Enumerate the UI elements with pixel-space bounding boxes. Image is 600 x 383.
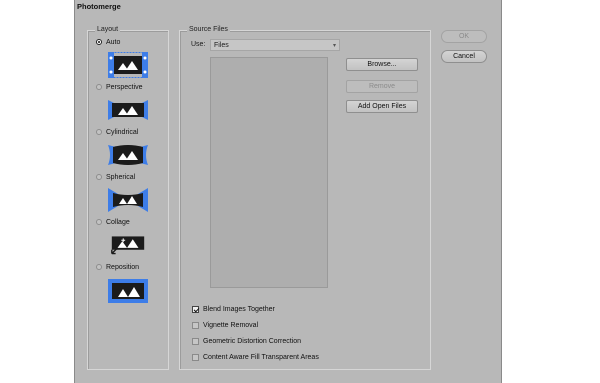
vignette-removal-checkbox[interactable] [192,321,199,329]
source-files-list[interactable] [210,57,328,288]
use-label: Use: [191,41,206,48]
auto-label: Auto [106,38,121,46]
content-aware-fill-checkbox[interactable] [192,353,199,361]
radio-auto[interactable]: Auto [96,37,120,47]
spherical-layout-icon[interactable] [108,187,148,213]
spherical-label: Spherical [106,173,136,181]
collage-radio-button[interactable] [96,219,102,225]
browse-label: Browse... [367,61,397,68]
cylindrical-radio-button[interactable] [96,129,102,135]
chevron-down-icon: ▾ [332,43,336,49]
use-select[interactable]: Files ▾ [210,39,340,51]
vignette-removal-label: Vignette Removal [203,321,259,329]
auto-layout-icon[interactable] [108,52,148,78]
perspective-layout-icon[interactable] [108,97,148,123]
radio-collage[interactable]: Collage [96,217,130,227]
reposition-radio-button[interactable] [96,264,102,270]
radio-spherical[interactable]: Spherical [96,172,135,182]
add-open-files-label: Add Open Files [357,103,407,110]
geometric-distortion-option[interactable]: Geometric Distortion Correction [192,336,301,346]
spherical-radio-button[interactable] [96,174,102,180]
geometric-distortion-label: Geometric Distortion Correction [203,337,302,345]
reposition-label: Reposition [106,263,140,271]
blend-images-label: Blend Images Together [203,305,275,313]
content-aware-fill-option[interactable]: Content Aware Fill Transparent Areas [192,352,319,362]
auto-radio-button[interactable] [96,39,102,45]
blend-images-option[interactable]: Blend Images Together [192,304,275,314]
radio-perspective[interactable]: Perspective [96,82,143,92]
radio-cylindrical[interactable]: Cylindrical [96,127,138,137]
browse-button[interactable]: Browse... [346,58,418,71]
cylindrical-layout-icon[interactable] [108,142,148,168]
cylindrical-label: Cylindrical [106,128,139,136]
reposition-layout-icon[interactable] [108,278,148,304]
dialog-title: Photomerge [77,2,121,11]
use-select-value: Files [214,41,229,49]
collage-label: Collage [106,218,130,226]
perspective-radio-button[interactable] [96,84,102,90]
cancel-button[interactable]: Cancel [441,50,487,63]
remove-label: Remove [368,83,396,90]
add-open-files-button[interactable]: Add Open Files [346,100,418,113]
layout-group-label: Layout [95,26,121,33]
remove-button[interactable]: Remove [346,80,418,93]
title-bar: Photomerge [75,0,501,12]
content-aware-fill-label: Content Aware Fill Transparent Areas [203,353,319,361]
radio-reposition[interactable]: Reposition [96,262,139,272]
cancel-label: Cancel [453,53,475,60]
source-files-group-label: Source Files [187,26,230,33]
collage-layout-icon[interactable] [108,232,148,258]
geometric-distortion-checkbox[interactable] [192,337,199,345]
ok-label: OK [458,33,470,40]
blend-images-checkbox[interactable] [192,305,199,313]
ok-button[interactable]: OK [441,30,487,43]
perspective-label: Perspective [106,83,143,91]
vignette-removal-option[interactable]: Vignette Removal [192,320,258,330]
